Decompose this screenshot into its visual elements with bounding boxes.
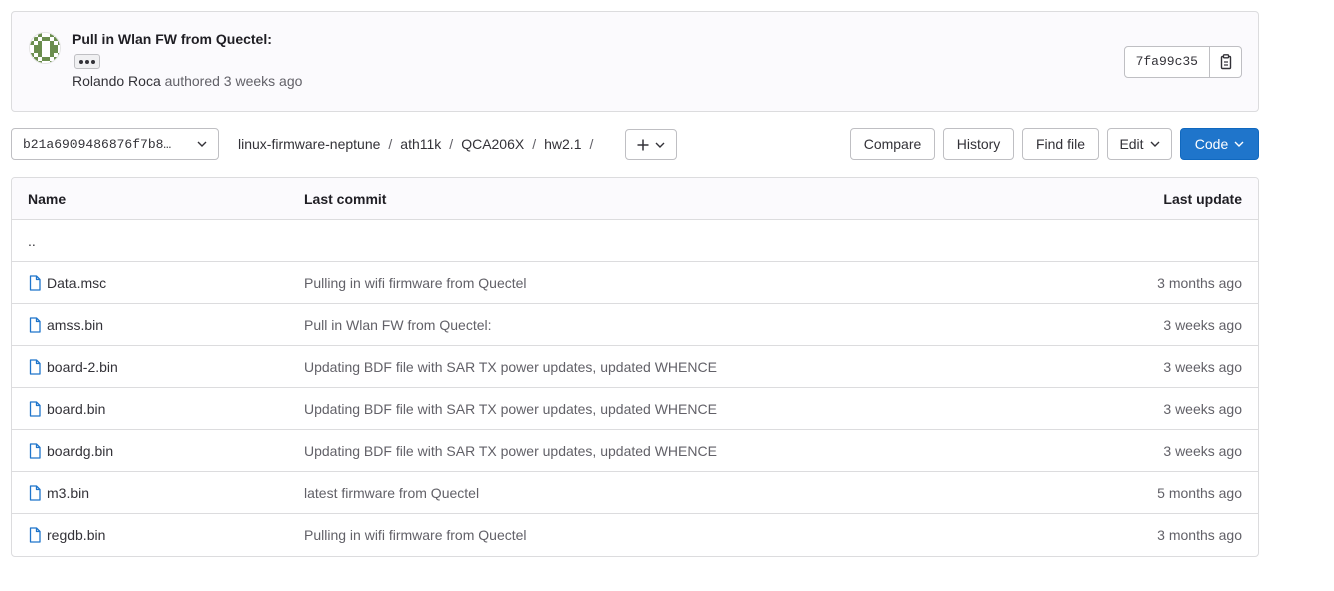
table-row[interactable]: boardg.bin Updating BDF file with SAR TX … — [12, 430, 1258, 472]
parent-directory-row[interactable]: .. — [12, 220, 1258, 262]
commit-sha[interactable]: 7fa99c35 — [1123, 46, 1210, 78]
chevron-down-icon — [1234, 141, 1244, 147]
branch-name: b21a6909486876f7b8… — [23, 136, 172, 152]
last-commit-message[interactable]: Updating BDF file with SAR TX power upda… — [304, 430, 717, 472]
file-link[interactable]: Data.msc — [47, 262, 106, 304]
ellipsis-icon — [79, 59, 83, 64]
file-icon — [29, 443, 41, 459]
table-row[interactable]: regdb.bin Pulling in wifi firmware from Q… — [12, 514, 1258, 556]
last-commit-panel: Pull in Wlan FW from Quectel: Rolando Ro… — [11, 11, 1259, 112]
avatar[interactable] — [29, 32, 61, 64]
table-row[interactable]: m3.bin latest firmware from Quectel 5 mont… — [12, 472, 1258, 514]
file-tree-table: Name Last commit Last update .. Data.msc… — [11, 177, 1259, 557]
commit-time: 3 weeks ago — [223, 73, 303, 89]
find-file-button[interactable]: Find file — [1022, 128, 1099, 160]
commit-title[interactable]: Pull in Wlan FW from Quectel: — [72, 31, 272, 47]
file-icon — [29, 359, 41, 375]
copy-sha-button[interactable] — [1210, 46, 1242, 78]
file-link[interactable]: regdb.bin — [47, 514, 105, 556]
file-icon — [29, 527, 41, 543]
file-name-cell: board-2.bin — [28, 346, 118, 388]
compare-button[interactable]: Compare — [850, 128, 935, 160]
table-row[interactable]: amss.bin Pull in Wlan FW from Quectel: 3 w… — [12, 304, 1258, 346]
file-name-cell: Data.msc — [28, 262, 106, 304]
column-header-last-commit: Last commit — [304, 191, 387, 207]
breadcrumb-item-project[interactable]: linux-firmware-neptune — [238, 136, 380, 152]
file-name-cell: m3.bin — [28, 472, 89, 514]
breadcrumb: linux-firmware-neptune / ath11k / QCA206… — [238, 136, 594, 152]
chevron-down-icon — [1150, 141, 1160, 147]
authored-label: authored — [164, 73, 220, 89]
code-dropdown-button[interactable]: Code — [1180, 128, 1259, 160]
parent-directory-link[interactable]: .. — [28, 220, 36, 262]
last-update-time: 3 weeks ago — [1163, 401, 1242, 417]
branch-selector[interactable]: b21a6909486876f7b8… — [11, 128, 219, 160]
column-header-name: Name — [28, 191, 67, 207]
last-commit-message[interactable]: latest firmware from Quectel — [304, 472, 479, 514]
file-name-cell: amss.bin — [28, 304, 103, 346]
chevron-down-icon — [655, 142, 665, 148]
breadcrumb-item-qca206x[interactable]: QCA206X — [461, 136, 524, 152]
file-link[interactable]: board.bin — [47, 388, 105, 430]
table-row[interactable]: board-2.bin Updating BDF file with SAR TX… — [12, 346, 1258, 388]
file-icon — [29, 317, 41, 333]
last-update-time: 3 weeks ago — [1163, 317, 1242, 333]
copy-icon — [1220, 54, 1231, 70]
file-icon — [29, 485, 41, 501]
last-commit-message[interactable]: Updating BDF file with SAR TX power upda… — [304, 346, 717, 388]
file-icon — [29, 275, 41, 291]
commit-meta: Rolando Roca authored 3 weeks ago — [72, 73, 302, 89]
last-commit-message[interactable]: Pulling in wifi firmware from Quectel — [304, 262, 527, 304]
breadcrumb-item-hw21[interactable]: hw2.1 — [544, 136, 581, 152]
expand-description-button[interactable] — [74, 54, 100, 69]
last-update-time: 5 months ago — [1157, 485, 1242, 501]
file-name-cell: regdb.bin — [28, 514, 105, 556]
commit-sha-group: 7fa99c35 — [1123, 46, 1242, 78]
file-link[interactable]: boardg.bin — [47, 430, 113, 472]
plus-icon — [637, 139, 649, 150]
column-header-last-update: Last update — [1163, 191, 1242, 207]
file-link[interactable]: amss.bin — [47, 304, 103, 346]
table-row[interactable]: Data.msc Pulling in wifi firmware from Qu… — [12, 262, 1258, 304]
last-commit-message[interactable]: Pull in Wlan FW from Quectel: — [304, 304, 492, 346]
last-commit-message[interactable]: Updating BDF file with SAR TX power upda… — [304, 388, 717, 430]
table-header: Name Last commit Last update — [12, 178, 1258, 220]
last-commit-message[interactable]: Pulling in wifi firmware from Quectel — [304, 514, 527, 556]
last-update-time: 3 weeks ago — [1163, 443, 1242, 459]
last-update-time: 3 months ago — [1157, 275, 1242, 291]
file-link[interactable]: board-2.bin — [47, 346, 118, 388]
file-icon — [29, 401, 41, 417]
chevron-down-icon — [197, 141, 207, 147]
table-row[interactable]: board.bin Updating BDF file with SAR TX p… — [12, 388, 1258, 430]
history-button[interactable]: History — [943, 128, 1014, 160]
edit-dropdown-button[interactable]: Edit — [1107, 128, 1172, 160]
last-update-time: 3 months ago — [1157, 527, 1242, 543]
last-update-time: 3 weeks ago — [1163, 359, 1242, 375]
add-to-tree-button[interactable] — [625, 129, 677, 160]
file-name-cell: boardg.bin — [28, 430, 113, 472]
commit-author[interactable]: Rolando Roca — [72, 73, 161, 89]
file-link[interactable]: m3.bin — [47, 472, 89, 514]
breadcrumb-item-ath11k[interactable]: ath11k — [400, 136, 441, 152]
file-name-cell: board.bin — [28, 388, 105, 430]
